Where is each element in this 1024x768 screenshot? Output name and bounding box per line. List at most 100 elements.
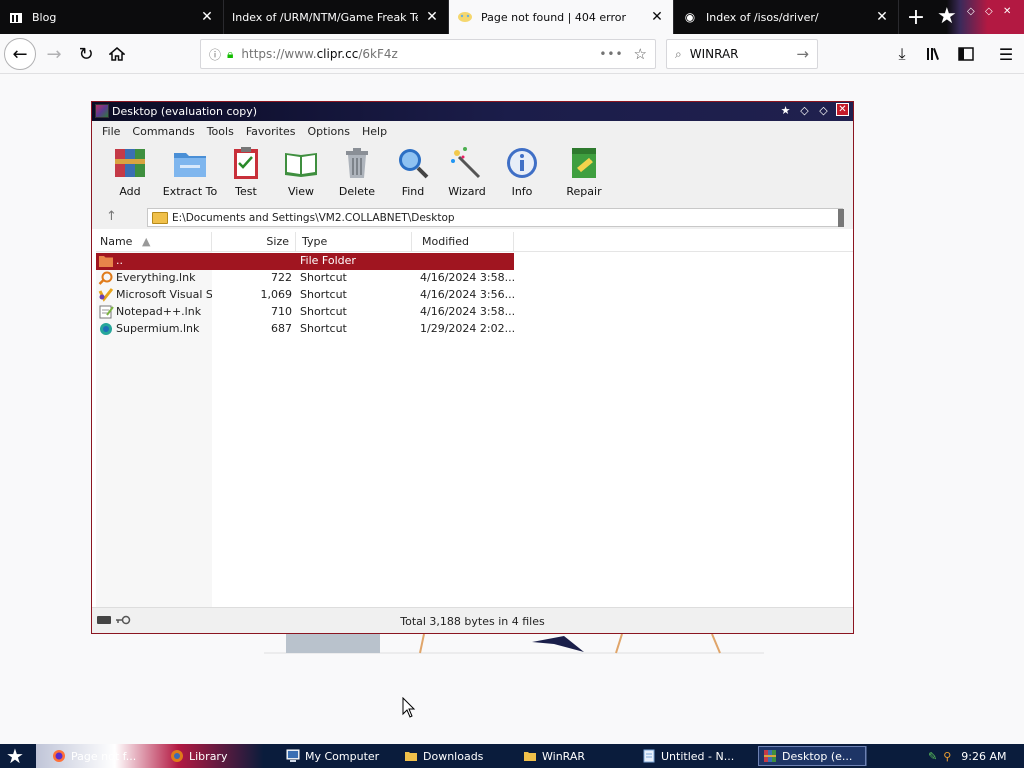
menu-commands[interactable]: Commands [126, 125, 200, 138]
tab-close-icon[interactable]: ✕ [874, 9, 890, 25]
taskbar-item-winrar-desktop[interactable]: Desktop (e... [758, 746, 866, 766]
file-list-header: Name ▲ Size Type Modified [96, 232, 853, 252]
taskbar-item-my-computer[interactable]: My Computer [286, 746, 396, 766]
file-list: Name ▲ Size Type Modified .. File Folder… [92, 229, 853, 607]
maximize-button[interactable]: ◇ [817, 103, 830, 118]
home-button[interactable] [101, 38, 133, 70]
tab-index-isos[interactable]: ◉ Index of /isos/driver/ ✕ [674, 0, 899, 34]
file-row-supermium[interactable]: Supermium.lnk 687 Shortcut 1/29/2024 2:0… [96, 321, 514, 338]
test-button[interactable]: Test [231, 145, 261, 203]
sidebar-icon [958, 47, 974, 61]
add-button[interactable]: Add [113, 145, 147, 203]
menu-button[interactable]: ☰ [990, 38, 1022, 70]
download-icon: ⤓ [898, 44, 906, 63]
taskbar-item-winrar-folder[interactable]: WinRAR [523, 746, 633, 766]
downloads-button[interactable]: ⤓ [886, 38, 918, 70]
file-row-visual-studio[interactable]: Microsoft Visual S... 1,069 Shortcut 4/1… [96, 287, 514, 304]
file-row-notepad-plus-plus[interactable]: Notepad++.lnk 710 Shortcut 4/16/2024 3:5… [96, 304, 514, 321]
forward-button[interactable]: → [38, 38, 70, 70]
close-window-icon[interactable]: ✕ [1003, 6, 1011, 17]
firefox-icon [53, 750, 65, 762]
folder-icon [152, 211, 168, 224]
path-text: E:\Documents and Settings\VM2.COLLABNET\… [172, 211, 455, 224]
taskbar-item-downloads[interactable]: Downloads [404, 746, 514, 766]
navigation-toolbar: ← → ↻ ⓘ 🔒︎ https://www.clipr.cc/6kF4z ••… [0, 34, 1024, 74]
tab-blog[interactable]: Blog ✕ [0, 0, 224, 34]
menu-file[interactable]: File [96, 125, 126, 138]
library-icon [927, 48, 939, 60]
search-input[interactable]: WINRAR [690, 47, 797, 61]
back-button[interactable]: ← [4, 38, 36, 70]
tab-close-icon[interactable]: ✕ [649, 9, 665, 25]
search-go-icon[interactable]: → [796, 45, 809, 63]
status-text: Total 3,188 bytes in 4 files [400, 615, 545, 628]
up-one-level-icon[interactable]: ↑ [106, 209, 117, 224]
path-dropdown-button[interactable] [838, 209, 844, 227]
new-tab-button[interactable]: + [899, 0, 933, 34]
lock-icon[interactable]: 🔒︎ [227, 47, 233, 62]
bookmark-star-icon[interactable]: ☆ [634, 45, 647, 63]
find-button[interactable]: Find [395, 145, 431, 203]
taskbar-item-notepad[interactable]: Untitled - N... [642, 746, 752, 766]
clock[interactable]: 9:26 AM [961, 750, 1006, 763]
column-header-modified[interactable]: Modified [412, 232, 514, 252]
column-header-name[interactable]: Name ▲ [96, 232, 212, 252]
reload-button[interactable]: ↻ [70, 38, 102, 70]
status-bar: Total 3,188 bytes in 4 files [92, 607, 853, 633]
winrar-icon [764, 750, 776, 762]
winrar-menu-bar: File Commands Tools Favorites Options He… [92, 121, 853, 141]
home-icon [109, 47, 125, 61]
path-bar: ↑ E:\Documents and Settings\VM2.COLLABNE… [92, 205, 853, 229]
file-row-parent-folder[interactable]: .. File Folder [96, 253, 514, 270]
add-archive-icon [115, 149, 145, 177]
maximize-icon[interactable]: ◇ [985, 6, 993, 17]
mouse-pointer-icon [402, 697, 416, 718]
search-tray-icon[interactable]: ⚲ [943, 750, 951, 763]
file-row-everything[interactable]: Everything.lnk 722 Shortcut 4/16/2024 3:… [96, 270, 514, 287]
trash-can-icon [346, 148, 368, 178]
notepad-icon [643, 749, 655, 763]
page-actions-icon[interactable]: ••• [599, 47, 623, 61]
extract-to-button[interactable]: Extract To [162, 145, 218, 203]
winrar-title-bar[interactable]: Desktop (evaluation copy) ★ ◇ ◇ ✕ [92, 102, 853, 121]
winrar-toolbar: Add Extract To Test View Delete Find Wiz… [92, 141, 853, 205]
address-bar[interactable]: ⓘ 🔒︎ https://www.clipr.cc/6kF4z ••• ☆ [200, 39, 656, 69]
view-button[interactable]: View [281, 145, 321, 203]
wizard-button[interactable]: Wizard [447, 145, 487, 203]
tray-separator [866, 746, 902, 766]
sidebar-button[interactable] [950, 38, 982, 70]
menu-tools[interactable]: Tools [201, 125, 240, 138]
tab-close-icon[interactable]: ✕ [199, 9, 215, 25]
menu-options[interactable]: Options [302, 125, 356, 138]
folder-icon [524, 752, 536, 761]
minimize-button[interactable]: ◇ [798, 103, 811, 118]
system-tray: ✎ ⚲ 9:26 AM [866, 746, 1024, 766]
path-field[interactable]: E:\Documents and Settings\VM2.COLLABNET\… [147, 208, 843, 227]
tab-index-urm[interactable]: Index of /URM/NTM/Game Freak Terak ✕ [224, 0, 449, 34]
minimize-icon[interactable]: ◇ [967, 6, 975, 17]
window-controls: ★ ◇ ◇ ✕ [779, 103, 849, 118]
menu-favorites[interactable]: Favorites [240, 125, 302, 138]
network-icon[interactable]: ✎ [928, 750, 937, 763]
library-button[interactable] [918, 38, 950, 70]
tab-page-not-found[interactable]: Page not found | 404 error ✕ [449, 0, 674, 34]
column-header-type[interactable]: Type [296, 232, 412, 252]
clipr-favicon-icon [457, 9, 473, 25]
info-icon[interactable]: ⓘ [209, 46, 221, 63]
tab-close-icon[interactable]: ✕ [424, 9, 440, 25]
start-button[interactable]: ★ [6, 744, 34, 768]
column-header-size[interactable]: Size [212, 232, 296, 252]
delete-button[interactable]: Delete [339, 145, 375, 203]
magnifier-icon [399, 149, 429, 179]
menu-help[interactable]: Help [356, 125, 393, 138]
url-text[interactable]: https://www.clipr.cc/6kF4z [241, 47, 599, 61]
taskbar-item-library[interactable]: Library [170, 746, 278, 766]
close-button[interactable]: ✕ [836, 103, 849, 116]
info-button[interactable]: Info [504, 145, 540, 203]
star-icon: ★ [6, 744, 24, 768]
repair-button[interactable]: Repair [566, 145, 602, 203]
taskbar-item-firefox[interactable]: Page not f... [52, 746, 162, 766]
search-app-icon [98, 271, 113, 285]
search-bar[interactable]: ⌕ WINRAR → [666, 39, 818, 69]
visual-studio-icon [98, 288, 114, 302]
